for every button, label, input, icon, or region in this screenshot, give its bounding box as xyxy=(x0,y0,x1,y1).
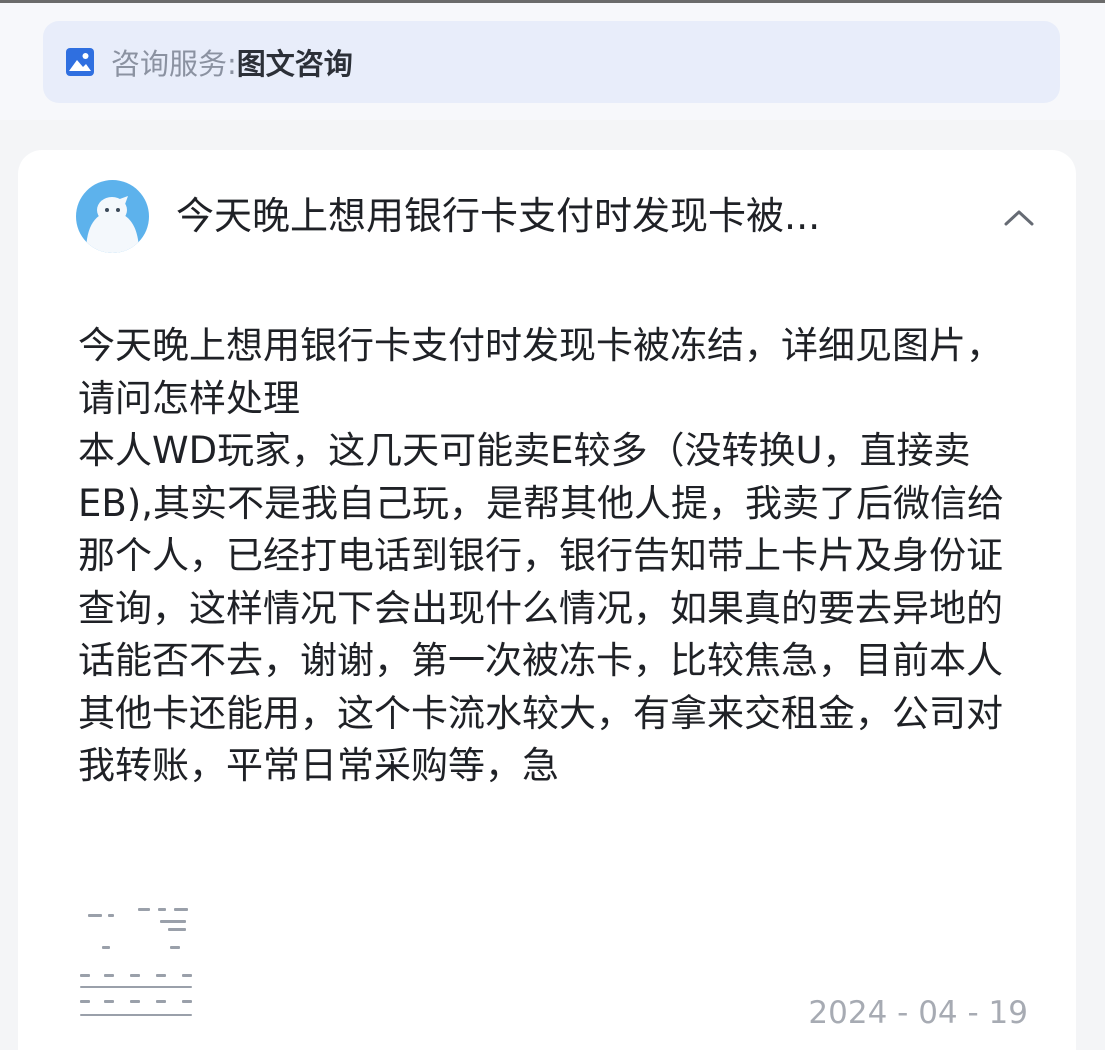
image-icon xyxy=(66,48,94,76)
question-paragraph: 本人WD玩家，这几天可能卖E较多（没转换U，直接卖EB),其实不是我自己玩，是帮… xyxy=(78,429,1004,787)
question-body: 今天晚上想用银行卡支付时发现卡被冻结，详细见图片，请问怎样处理 本人WD玩家，这… xyxy=(78,320,1028,793)
service-label: 咨询服务: xyxy=(111,47,237,81)
question-paragraph: 今天晚上想用银行卡支付时发现卡被冻结，详细见图片，请问怎样处理 xyxy=(78,324,1003,420)
attachment-thumbnail[interactable] xyxy=(78,902,208,1022)
question-title: 今天晚上想用银行卡支付时发现卡被... xyxy=(176,194,821,238)
question-header[interactable]: 今天晚上想用银行卡支付时发现卡被... xyxy=(18,150,1076,290)
service-bar: 咨询服务: 图文咨询 xyxy=(43,21,1060,103)
question-card: 今天晚上想用银行卡支付时发现卡被... 今天晚上想用银行卡支付时发现卡被冻结，详… xyxy=(18,150,1076,1050)
chevron-up-icon[interactable] xyxy=(998,202,1040,234)
post-date: 2024 - 04 - 19 xyxy=(808,995,1028,1031)
service-section: 咨询服务: 图文咨询 xyxy=(0,3,1105,120)
user-avatar xyxy=(76,180,149,253)
service-value: 图文咨询 xyxy=(236,47,353,81)
